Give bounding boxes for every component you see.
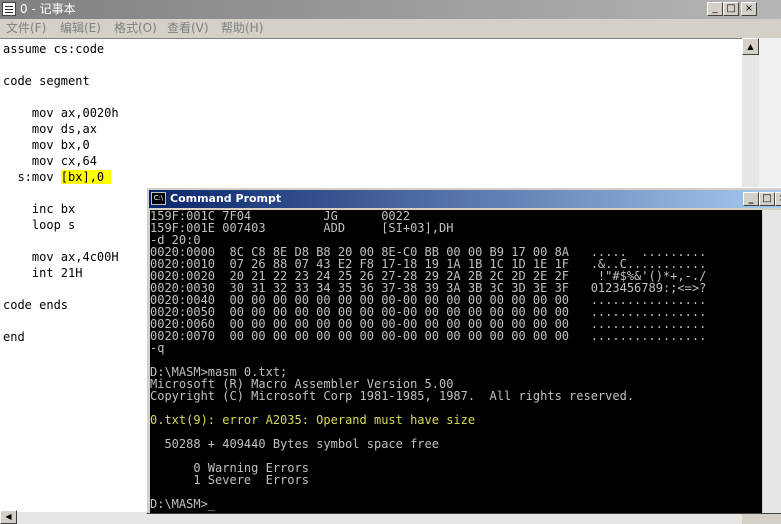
cmd-window-title: Command Prompt (170, 192, 282, 205)
scroll-left-icon[interactable]: ◀ (0, 510, 17, 524)
console-text-after: 50288 + 409440 Bytes symbol space free 0… (150, 437, 439, 511)
console-output[interactable]: 159F:001C 7F04 JG 0022 159F:001E 007403 … (150, 210, 762, 513)
error-message: 0.txt(9): error A2035: Operand must have… (150, 413, 476, 427)
minimize-button[interactable]: _ (707, 2, 723, 16)
menu-edit[interactable]: 编辑(E) (60, 19, 101, 38)
scroll-up-icon[interactable]: ▲ (742, 38, 759, 55)
notepad-title-bar[interactable]: 0 - 记事本 _ □ × (0, 0, 781, 19)
notepad-menu-bar: 文件(F) 编辑(E) 格式(O) 查看(V) 帮助(H) (0, 19, 781, 38)
menu-view[interactable]: 查看(V) (167, 19, 209, 38)
close-button[interactable]: × (741, 2, 757, 16)
cmd-app-icon: C:\ (151, 192, 166, 205)
maximize-button[interactable]: □ (723, 2, 739, 16)
notepad-app-icon (2, 2, 16, 16)
command-prompt-window: C:\ Command Prompt _ □ × 159F:001C 7F04 … (146, 187, 781, 514)
notepad-window-title: 0 - 记事本 (20, 2, 76, 16)
menu-help[interactable]: 帮助(H) (221, 19, 263, 38)
cmd-vertical-scrollbar[interactable] (763, 210, 781, 513)
cmd-minimize-button[interactable]: _ (743, 192, 759, 206)
menu-format[interactable]: 格式(O) (114, 19, 157, 38)
code-highlight: [bx],0 (60, 170, 112, 184)
cmd-title-bar[interactable]: C:\ Command Prompt _ □ × (149, 190, 781, 208)
cmd-maximize-button[interactable]: □ (759, 192, 775, 206)
menu-file[interactable]: 文件(F) (6, 19, 46, 38)
console-text: 159F:001C 7F04 JG 0022 159F:001E 007403 … (150, 210, 706, 510)
code-before: assume cs:code code segment mov ax,0020h… (3, 42, 119, 184)
code-after: inc bx loop s mov ax,4c00H int 21H code … (3, 202, 119, 344)
cmd-close-button[interactable]: × (775, 192, 781, 206)
console-text-before: 159F:001C 7F04 JG 0022 159F:001E 007403 … (150, 210, 707, 403)
source-code: assume cs:code code segment mov ax,0020h… (3, 41, 119, 345)
